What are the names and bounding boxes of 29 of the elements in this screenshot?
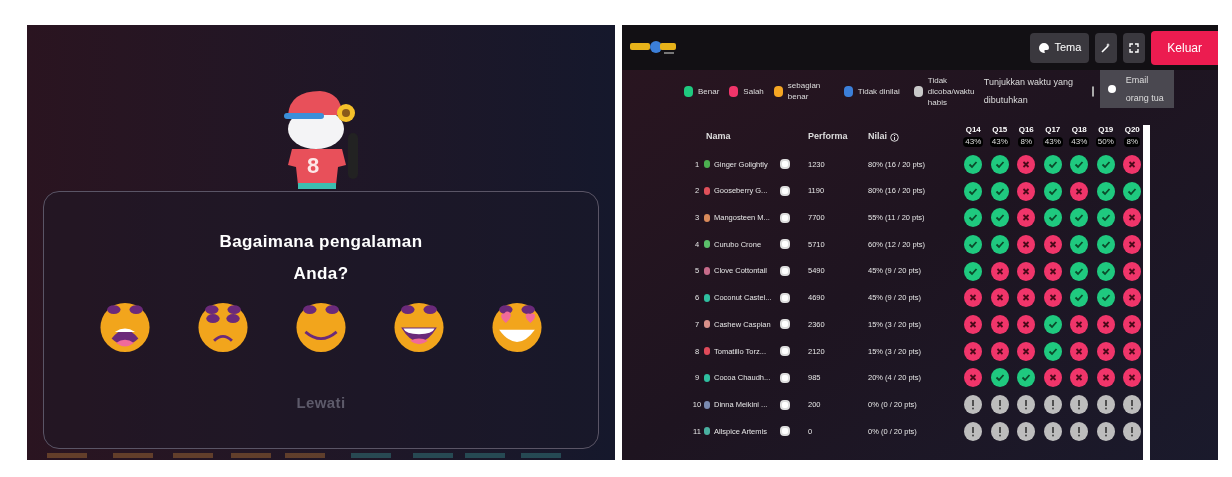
question-label: Q20 — [1124, 124, 1140, 136]
percent-badge: 50% — [1095, 137, 1116, 147]
legend-label: Tidak dicoba/waktu habis — [927, 74, 974, 108]
legend-label: Benar — [698, 85, 720, 97]
percent-badge: 8% — [1018, 137, 1035, 147]
legend-label: sebagian benar — [787, 80, 822, 102]
question-label: Q17 — [1045, 124, 1061, 136]
column-header: Nama — [706, 129, 732, 143]
theme-button[interactable]: Tema — [1030, 32, 1090, 63]
parent-email-option[interactable]: Email orang tua — [1099, 70, 1174, 108]
question-label: Q14 — [965, 124, 981, 136]
jersey-number: 8 — [307, 155, 320, 177]
show-time-label: Tunjukkan waktu yang dibutuhkan — [983, 76, 1074, 107]
question-label: Q19 — [1098, 124, 1114, 136]
percent-badge: 43% — [1069, 137, 1090, 147]
question-label: Q15 — [992, 124, 1008, 136]
legend-label: Tidak dinilai — [857, 85, 901, 97]
column-header: Nilai — [868, 129, 887, 143]
question-text: Bagaimana pengalaman Anda? — [218, 231, 424, 285]
percent-badge: 43% — [963, 137, 984, 147]
percent-badge: 43% — [1042, 137, 1063, 147]
parent-email-label: Email orang tua — [1125, 74, 1165, 105]
question-label: Q16 — [1018, 124, 1034, 136]
column-header: Performa — [808, 129, 849, 143]
question-label: Q18 — [1071, 124, 1087, 136]
legend-label: Salah — [743, 85, 764, 97]
percent-badge: 43% — [989, 137, 1010, 147]
percent-badge: 8% — [1124, 137, 1141, 147]
exit-button[interactable]: Keluar — [1151, 30, 1218, 65]
